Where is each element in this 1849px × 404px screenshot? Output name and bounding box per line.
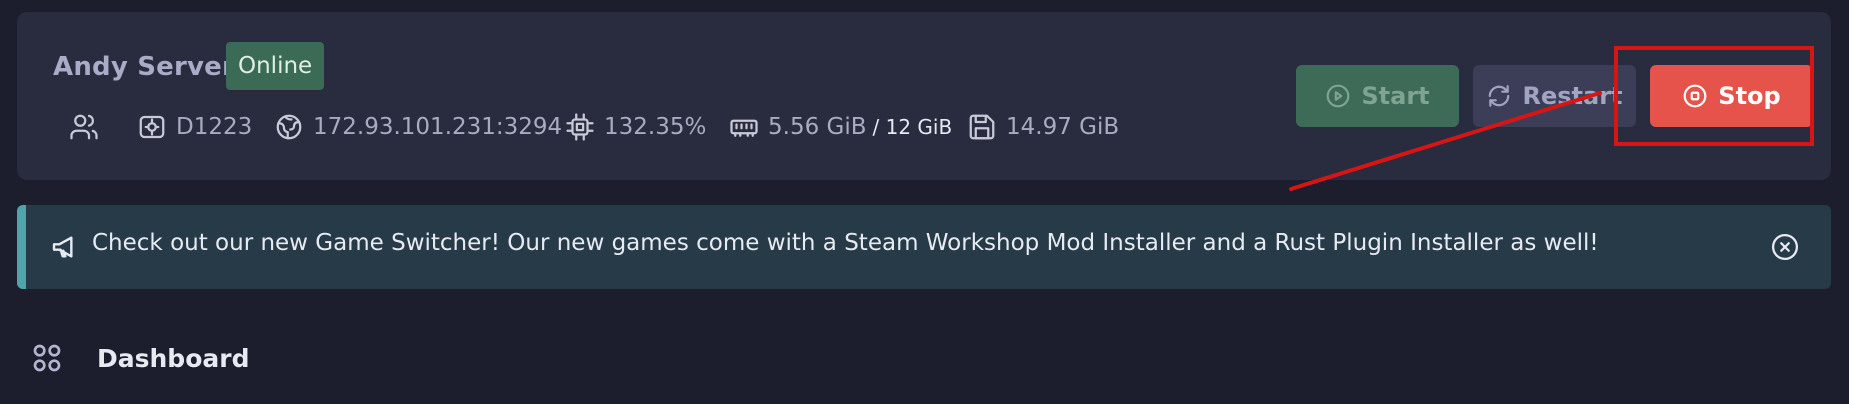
announcement-text: Check out our new Game Switcher! Our new… [92,230,1599,256]
status-badge: Online [226,42,325,90]
disk-usage: 14.97 GiB [1006,114,1120,140]
stat-users[interactable] [69,110,108,144]
announcement-banner: Check out our new Game Switcher! Our new… [17,205,1831,289]
refresh-icon [1489,85,1510,107]
sidebar-item-dashboard[interactable]: Dashboard [31,336,249,380]
server-address: 172.93.101.231:3294 [313,114,563,140]
stat-memory: 5.56 GiB / 12 GiB [729,110,952,144]
memory-used: 5.56 GiB [768,114,867,140]
stat-cpu: 132.35% [565,110,706,144]
server-name: Andy Server [53,52,236,82]
restart-button[interactable]: Restart [1473,65,1636,127]
start-label: Start [1361,82,1430,110]
save-disk-icon [969,114,995,140]
play-circle-icon [1326,84,1350,108]
stat-address[interactable]: 172.93.101.231:3294 [274,110,562,144]
cpu-icon [566,113,594,141]
server-card: Andy Server Online D1223 172.93.101.231:… [17,12,1831,180]
stat-node: D1223 [137,110,252,144]
stop-highlight-box [1614,46,1814,146]
announcement-accent-bar [17,205,26,289]
grid-icon [33,344,61,372]
close-icon[interactable] [1770,232,1800,262]
stat-disk: 14.97 GiB [967,110,1119,144]
dashboard-label: Dashboard [97,343,250,373]
memory-icon [730,119,758,137]
memory-total: / 12 GiB [872,115,953,139]
restart-label: Restart [1522,82,1623,110]
node-id: D1223 [176,114,253,140]
server-chip-icon [139,115,165,139]
megaphone-icon [52,236,73,258]
users-icon [70,114,98,140]
cpu-usage: 132.35% [604,114,707,140]
start-button[interactable]: Start [1296,65,1459,127]
globe-icon [276,114,302,140]
